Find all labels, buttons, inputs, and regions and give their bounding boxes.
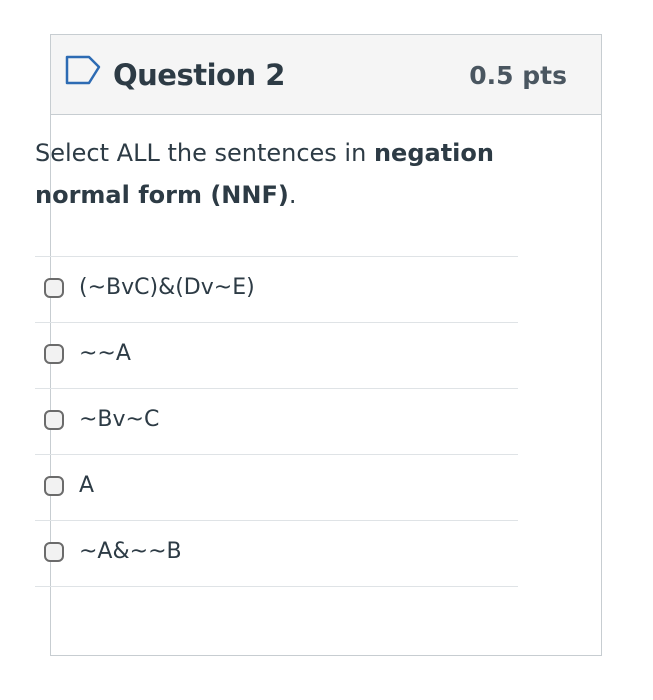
answer-label[interactable]: ~Bv~C: [79, 405, 159, 435]
answer-option[interactable]: ~Bv~C: [35, 389, 518, 455]
answer-option[interactable]: (~BvC)&(Dv~E): [35, 257, 518, 323]
answer-option[interactable]: A: [35, 455, 518, 521]
checkbox[interactable]: [44, 344, 64, 364]
answer-label[interactable]: A: [79, 471, 94, 501]
checkbox[interactable]: [44, 476, 64, 496]
question-prompt: Select ALL the sentences in negation nor…: [35, 132, 515, 216]
question-header: Question 2 0.5 pts: [51, 35, 601, 115]
prompt-intro: Select ALL the sentences in: [35, 139, 374, 167]
prompt-end: .: [288, 181, 297, 209]
answer-label[interactable]: (~BvC)&(Dv~E): [79, 273, 255, 303]
answer-list: (~BvC)&(Dv~E) ~~A ~Bv~C A ~A&~~B: [35, 256, 518, 587]
answer-label[interactable]: ~~A: [79, 339, 131, 369]
question-points: 0.5 pts: [469, 61, 567, 90]
checkbox[interactable]: [44, 410, 64, 430]
checkbox[interactable]: [44, 278, 64, 298]
answer-label[interactable]: ~A&~~B: [79, 537, 182, 567]
answer-option[interactable]: ~A&~~B: [35, 521, 518, 587]
flag-outline-icon[interactable]: [65, 55, 101, 85]
checkbox[interactable]: [44, 542, 64, 562]
answer-option[interactable]: ~~A: [35, 323, 518, 389]
question-title: Question 2: [113, 58, 285, 92]
